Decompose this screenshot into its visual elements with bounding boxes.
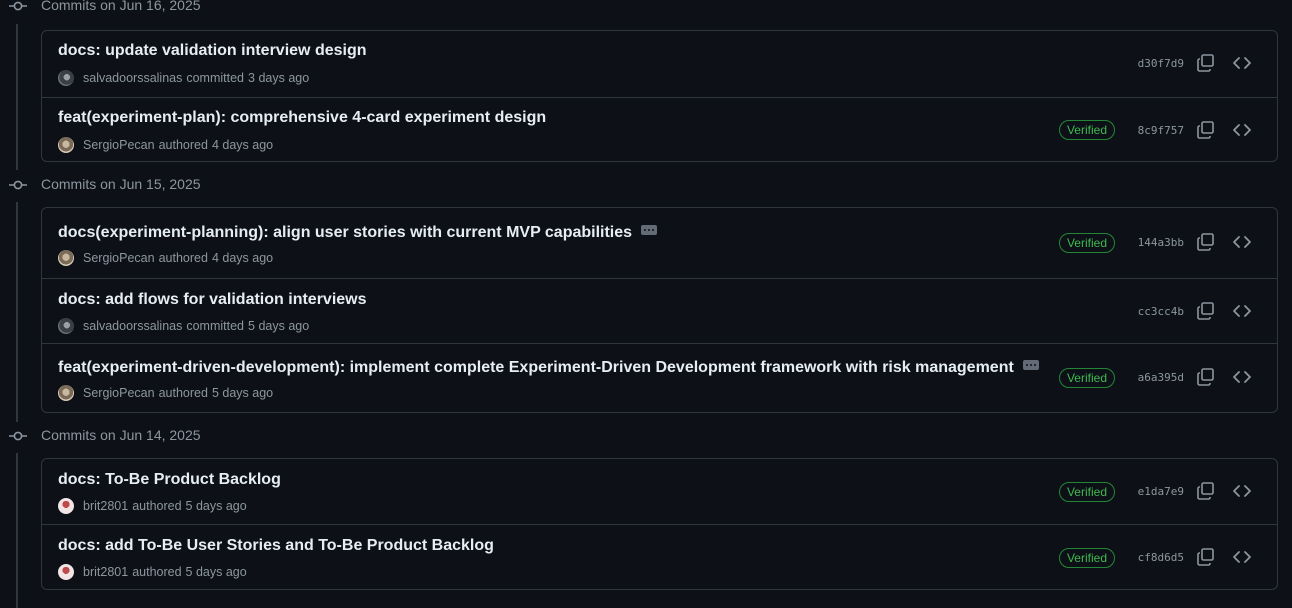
day-header: Commits on Jun 15, 2025 [0, 176, 600, 197]
commit-row[interactable]: docs: update validation interview design… [42, 31, 1277, 97]
commit-time: 4 days ago [211, 251, 274, 265]
commit-title[interactable]: docs: update validation interview design [58, 42, 367, 60]
commit-time: 5 days ago [211, 386, 274, 400]
commit-action: committed [186, 71, 245, 85]
copy-icon[interactable] [1196, 481, 1216, 501]
git-commit-icon [9, 180, 27, 190]
commit-row[interactable]: docs: add To-Be User Stories and To-Be P… [42, 524, 1277, 589]
commit-meta: SergioPecan authored 4 days ago [58, 136, 273, 154]
commit-time: 5 days ago [185, 499, 247, 513]
ellipsis-icon[interactable] [1022, 359, 1039, 370]
author-link[interactable]: SergioPecan [83, 386, 155, 400]
code-icon[interactable] [1232, 367, 1252, 387]
commit-action: authored [132, 499, 182, 513]
code-icon[interactable] [1232, 120, 1252, 140]
commit-sha-link[interactable]: a6a395d [1138, 371, 1184, 384]
day-label: Commits on Jun 15, 2025 [41, 176, 201, 192]
verified-badge[interactable]: Verified [1058, 482, 1115, 502]
commit-sha-link[interactable]: 8c9f757 [1138, 124, 1184, 137]
code-icon[interactable] [1232, 301, 1252, 321]
day-header: Commits on Jun 16, 2025 [0, 0, 600, 18]
day-label: Commits on Jun 14, 2025 [41, 427, 201, 443]
author-link[interactable]: salvadoorssalinas [83, 71, 182, 85]
commit-sha-link[interactable]: 144a3bb [1138, 236, 1184, 249]
copy-icon[interactable] [1196, 547, 1216, 567]
commit-list: docs: update validation interview design… [41, 30, 1278, 162]
commit-title[interactable]: docs: add flows for validation interview… [58, 291, 367, 309]
commit-title[interactable]: docs(experiment-planning): align user st… [58, 224, 658, 242]
commit-sha-link[interactable]: e1da7e9 [1138, 485, 1184, 498]
commit-row[interactable]: docs(experiment-planning): align user st… [42, 208, 1277, 278]
commit-action: committed [186, 319, 245, 333]
day-label: Commits on Jun 16, 2025 [41, 0, 201, 13]
commit-time: 3 days ago [248, 71, 310, 85]
commit-action: authored [132, 565, 182, 579]
copy-icon[interactable] [1196, 232, 1216, 252]
ellipsis-icon[interactable] [641, 224, 658, 235]
commit-list: docs: To-Be Product Backlog brit2801 aut… [41, 458, 1278, 590]
commit-meta: salvadoorssalinas committed 3 days ago [58, 69, 309, 87]
verified-badge[interactable]: Verified [1058, 368, 1115, 388]
commit-sha-link[interactable]: cc3cc4b [1138, 305, 1184, 318]
author-link[interactable]: SergioPecan [83, 138, 155, 152]
copy-icon[interactable] [1196, 301, 1216, 321]
commit-time: 4 days ago [211, 138, 274, 152]
author-link[interactable]: SergioPecan [83, 251, 155, 265]
avatar[interactable] [58, 250, 74, 266]
git-commit-icon [9, 1, 27, 11]
commit-action: authored [158, 386, 208, 400]
commit-meta: brit2801 authored 5 days ago [58, 563, 247, 581]
avatar[interactable] [58, 385, 74, 401]
commit-title[interactable]: docs: add To-Be User Stories and To-Be P… [58, 537, 494, 555]
commit-meta: SergioPecan authored 5 days ago [58, 384, 273, 402]
commit-time: 5 days ago [185, 565, 247, 579]
avatar[interactable] [58, 498, 74, 514]
commit-row[interactable]: feat(experiment-driven-development): imp… [42, 343, 1277, 412]
author-link[interactable]: brit2801 [83, 565, 128, 579]
commit-action: authored [158, 138, 208, 152]
author-link[interactable]: salvadoorssalinas [83, 319, 182, 333]
commit-title[interactable]: feat(experiment-driven-development): imp… [58, 359, 1039, 377]
commit-action: authored [158, 251, 208, 265]
copy-icon[interactable] [1196, 367, 1216, 387]
timeline-line [16, 453, 18, 608]
code-icon[interactable] [1232, 481, 1252, 501]
verified-badge[interactable]: Verified [1058, 120, 1115, 140]
commit-meta: brit2801 authored 5 days ago [58, 497, 247, 515]
commit-meta: SergioPecan authored 4 days ago [58, 249, 273, 267]
avatar[interactable] [58, 318, 74, 334]
commit-sha-link[interactable]: cf8d6d5 [1138, 551, 1184, 564]
commit-row[interactable]: feat(experiment-plan): comprehensive 4-c… [42, 97, 1277, 162]
day-header: Commits on Jun 14, 2025 [0, 427, 600, 448]
verified-badge[interactable]: Verified [1058, 233, 1115, 253]
code-icon[interactable] [1232, 53, 1252, 73]
avatar[interactable] [58, 70, 74, 86]
commit-list: docs(experiment-planning): align user st… [41, 207, 1278, 413]
commit-sha-link[interactable]: d30f7d9 [1138, 57, 1184, 70]
commit-title[interactable]: docs: To-Be Product Backlog [58, 471, 281, 489]
avatar[interactable] [58, 137, 74, 153]
code-icon[interactable] [1232, 232, 1252, 252]
timeline-line [16, 202, 18, 422]
commit-time: 5 days ago [248, 319, 310, 333]
commit-row[interactable]: docs: To-Be Product Backlog brit2801 aut… [42, 459, 1277, 524]
commit-row[interactable]: docs: add flows for validation interview… [42, 278, 1277, 343]
verified-badge[interactable]: Verified [1058, 548, 1115, 568]
timeline-line [16, 24, 18, 170]
copy-icon[interactable] [1196, 53, 1216, 73]
avatar[interactable] [58, 564, 74, 580]
commit-meta: salvadoorssalinas committed 5 days ago [58, 317, 309, 335]
git-commit-icon [9, 431, 27, 441]
code-icon[interactable] [1232, 547, 1252, 567]
commit-title[interactable]: feat(experiment-plan): comprehensive 4-c… [58, 109, 546, 127]
author-link[interactable]: brit2801 [83, 499, 128, 513]
copy-icon[interactable] [1196, 120, 1216, 140]
